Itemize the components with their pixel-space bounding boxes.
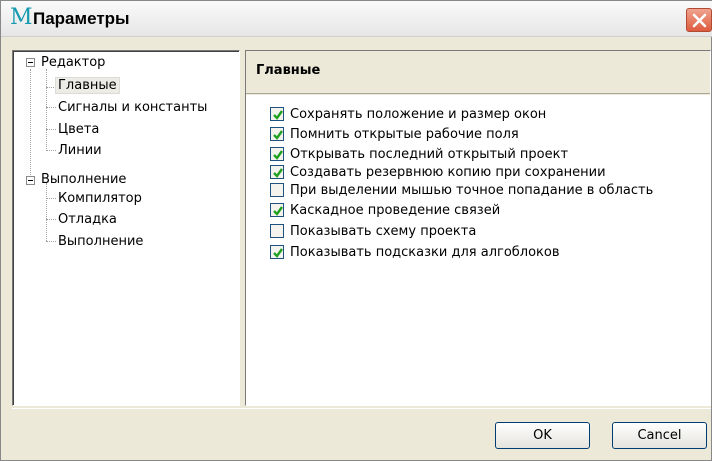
app-logo-icon: М: [10, 5, 33, 30]
option-label: Показывать подсказки для алгоблоков: [290, 245, 560, 260]
tree-item-label: Цвета: [58, 122, 100, 137]
parameters-dialog: М Параметры Редактор Главные Сигналы и к…: [0, 0, 712, 461]
tree-item-colors[interactable]: Цвета: [58, 119, 99, 140]
checkbox[interactable]: [270, 127, 284, 141]
window-title: Параметры: [33, 9, 130, 28]
section-header: Главные: [246, 51, 710, 94]
ok-button[interactable]: OK: [495, 422, 590, 449]
options-list: Сохранять положение и размер окон Помнит…: [246, 95, 710, 405]
checkmark-icon: [273, 130, 283, 140]
checkbox[interactable]: [270, 165, 284, 179]
tree-item-label: Сигналы и константы: [58, 100, 208, 115]
tree-connector: [46, 183, 47, 241]
tree-connector: [46, 129, 56, 130]
tree-connector: [46, 150, 56, 151]
checkmark-icon: [273, 248, 283, 258]
checkmark-icon: [273, 110, 283, 120]
tree-item-label: Компилятор: [58, 191, 142, 206]
close-button[interactable]: [686, 8, 712, 32]
options-panel: Главные Сохранять положение и размер око…: [245, 50, 711, 406]
option-label: Каскадное проведение связей: [290, 203, 501, 218]
tree-connector: [46, 219, 56, 220]
tree-item-general[interactable]: Главные: [55, 75, 120, 96]
checkbox[interactable]: [270, 107, 284, 121]
checkbox[interactable]: [270, 147, 284, 161]
tree-item-label: Выполнение: [58, 234, 144, 249]
checkmark-icon: [273, 150, 283, 160]
option-label: Показывать схему проекта: [290, 224, 477, 239]
tree-item-run[interactable]: Выполнение: [58, 231, 143, 252]
footer-divider: [12, 408, 711, 409]
tree-item-execution[interactable]: Выполнение: [41, 169, 126, 190]
tree-item-compiler[interactable]: Компилятор: [58, 188, 142, 209]
tree-item-label: Выполнение: [41, 172, 127, 187]
tree-item-editor[interactable]: Редактор: [41, 52, 105, 73]
cancel-button[interactable]: Cancel: [612, 422, 707, 449]
checkmark-icon: [273, 206, 283, 216]
close-icon: [692, 13, 707, 28]
option-label: При выделении мышью точное попадание в о…: [290, 183, 654, 198]
tree-connector: [46, 107, 56, 108]
tree-item-label: Главные: [55, 77, 120, 94]
option-label: Помнить открытые рабочие поля: [290, 127, 519, 142]
tree-connector: [30, 69, 31, 181]
tree-item-label: Редактор: [41, 55, 106, 70]
section-title: Главные: [256, 63, 321, 78]
checkmark-icon: [273, 168, 283, 178]
tree-connector: [46, 69, 47, 149]
checkbox[interactable]: [270, 245, 284, 259]
settings-tree: Редактор Главные Сигналы и константы Цве…: [12, 50, 240, 406]
collapse-icon[interactable]: [26, 58, 35, 67]
option-label: Сохранять положение и размер окон: [290, 107, 547, 122]
checkbox[interactable]: [270, 183, 284, 197]
tree-item-debug[interactable]: Отладка: [58, 209, 117, 230]
tree-item-lines[interactable]: Линии: [58, 140, 102, 161]
option-label: Открывать последний открытый проект: [290, 147, 569, 162]
checkbox[interactable]: [270, 224, 284, 238]
tree-item-label: Линии: [58, 143, 102, 158]
tree-connector: [46, 241, 56, 242]
option-label: Создавать резервнюю копию при сохранении: [290, 165, 606, 180]
tree-item-label: Отладка: [58, 212, 117, 227]
checkbox[interactable]: [270, 203, 284, 217]
tree-connector: [46, 198, 56, 199]
collapse-icon[interactable]: [26, 176, 35, 185]
title-bar[interactable]: М Параметры: [1, 1, 712, 37]
tree-item-signals-constants[interactable]: Сигналы и константы: [58, 97, 207, 118]
